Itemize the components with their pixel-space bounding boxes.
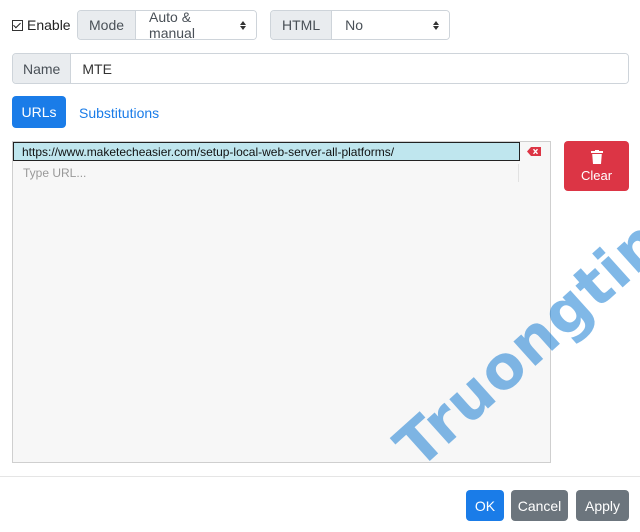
divider (518, 164, 519, 182)
trash-icon (590, 149, 603, 164)
tab-urls[interactable]: URLs (12, 96, 66, 128)
clear-button[interactable]: Clear (564, 141, 629, 191)
enable-checkbox[interactable]: Enable (12, 17, 71, 33)
settings-dialog: Enable Mode Auto & manual HTML No Name M… (0, 0, 640, 532)
mode-group: Mode Auto & manual (77, 10, 257, 40)
checkbox-icon[interactable] (12, 19, 23, 31)
select-caret-icon (240, 20, 246, 30)
ok-button[interactable]: OK (466, 490, 504, 521)
cancel-button[interactable]: Cancel (511, 490, 568, 521)
html-label: HTML (271, 11, 333, 39)
url-input[interactable]: Type URL... (23, 166, 86, 180)
url-list[interactable]: https://www.maketecheasier.com/setup-loc… (12, 141, 551, 463)
name-label: Name (13, 54, 72, 83)
url-text: https://www.maketecheasier.com/setup-loc… (22, 144, 395, 159)
html-select[interactable]: No (332, 11, 449, 39)
apply-button[interactable]: Apply (576, 490, 629, 521)
enable-label: Enable (27, 17, 71, 33)
footer-divider (0, 476, 640, 477)
mode-select[interactable]: Auto & manual (136, 11, 256, 39)
delete-icon[interactable] (527, 147, 541, 156)
name-group: Name MTE (12, 53, 629, 84)
url-list-item[interactable]: https://www.maketecheasier.com/setup-loc… (13, 142, 520, 161)
html-group: HTML No (270, 10, 450, 40)
html-value: No (345, 17, 364, 33)
mode-label: Mode (78, 11, 137, 39)
clear-label: Clear (580, 167, 613, 183)
tab-substitutions[interactable]: Substitutions (79, 105, 159, 121)
name-input[interactable]: MTE (71, 54, 628, 83)
select-caret-icon (433, 20, 439, 30)
mode-value: Auto & manual (149, 10, 195, 40)
